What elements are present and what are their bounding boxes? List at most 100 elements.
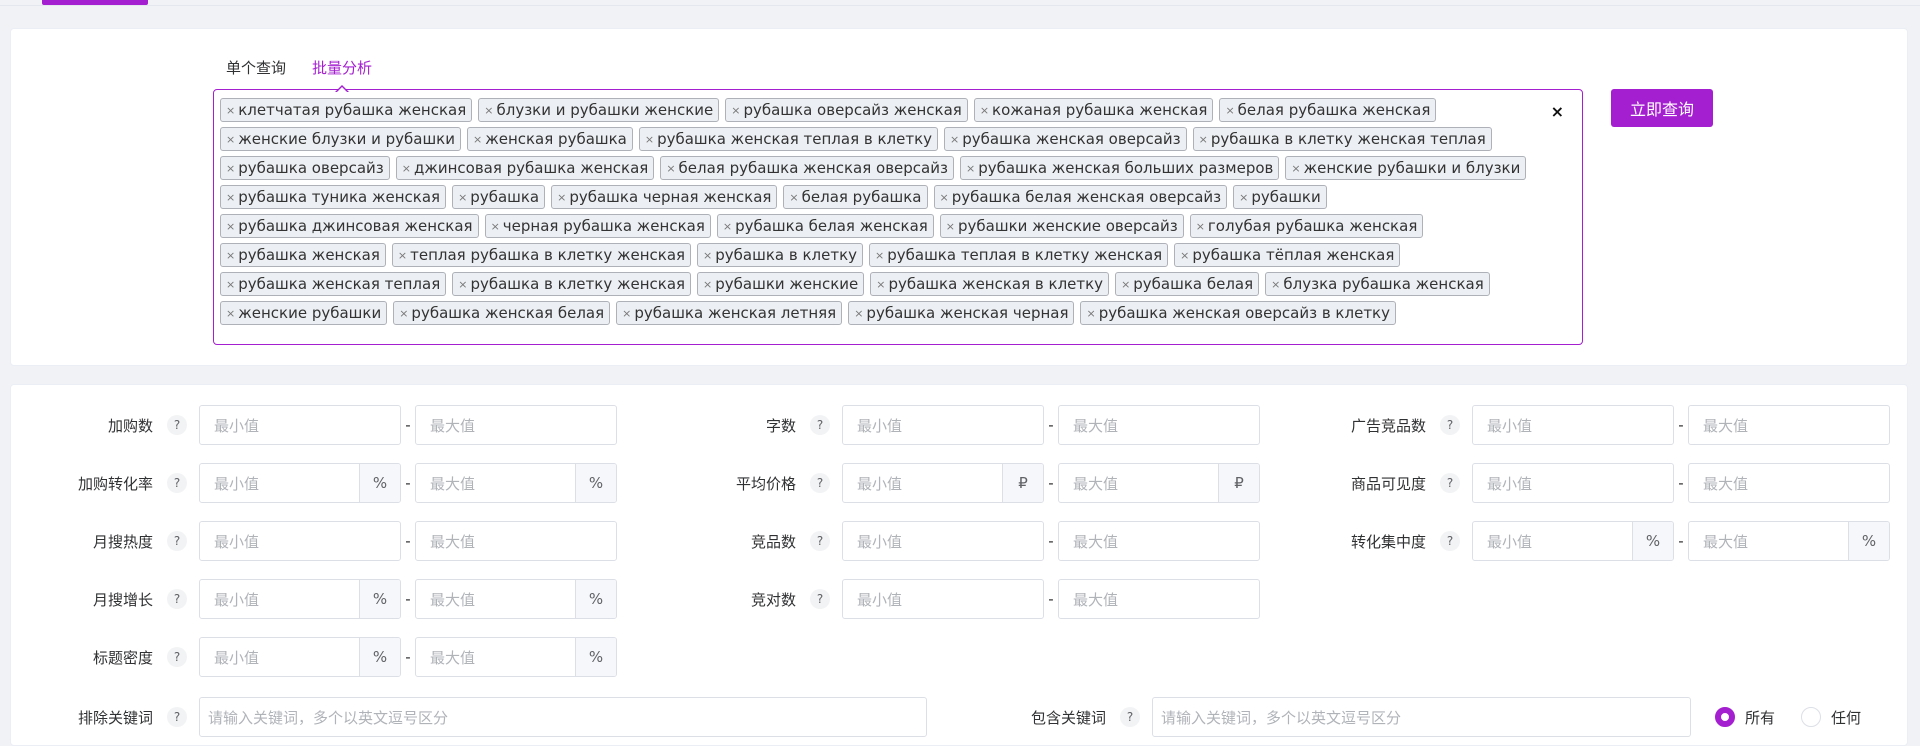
keyword-tag[interactable]: × рубашка женская белая <box>393 301 611 325</box>
min-value-input[interactable]: 最小值% <box>1472 521 1674 561</box>
tag-remove-icon[interactable]: × <box>854 307 863 320</box>
keyword-tag[interactable]: × кожаная рубашка женская <box>973 98 1214 122</box>
help-icon[interactable]: ? <box>810 589 830 609</box>
tag-remove-icon[interactable]: × <box>789 191 798 204</box>
help-icon[interactable]: ? <box>167 707 187 727</box>
keyword-tag[interactable]: × рубашки <box>1233 185 1327 209</box>
tag-remove-icon[interactable]: × <box>946 220 955 233</box>
keyword-tag[interactable]: × рубашка оверсайз <box>220 156 390 180</box>
tag-remove-icon[interactable]: × <box>940 191 949 204</box>
keyword-tag[interactable]: × рубашка джинсовая женская <box>220 214 479 238</box>
help-icon[interactable]: ? <box>167 647 187 667</box>
keyword-tag[interactable]: × женские рубашки <box>220 301 388 325</box>
tag-remove-icon[interactable]: × <box>557 191 566 204</box>
keyword-tag[interactable]: × рубашка женская больших размеров <box>959 156 1280 180</box>
tag-remove-icon[interactable]: × <box>1225 104 1234 117</box>
keyword-tag[interactable]: × женские блузки и рубашки <box>220 127 461 151</box>
tag-remove-icon[interactable]: × <box>226 191 235 204</box>
keyword-tag[interactable]: × рубашка черная женская <box>551 185 778 209</box>
tag-remove-icon[interactable]: × <box>226 220 235 233</box>
keyword-tag[interactable]: × рубашка теплая в клетку женская <box>869 243 1169 267</box>
tag-remove-icon[interactable]: × <box>703 278 712 291</box>
tab-single-query[interactable]: 单个查询 <box>226 57 286 78</box>
keyword-tag[interactable]: × рубашка женская оверсайз в клетку <box>1080 301 1396 325</box>
tag-remove-icon[interactable]: × <box>484 104 493 117</box>
max-value-input[interactable]: 最大值 <box>1688 405 1890 445</box>
tag-remove-icon[interactable]: × <box>1239 191 1248 204</box>
tag-remove-icon[interactable]: × <box>1199 133 1208 146</box>
tag-remove-icon[interactable]: × <box>950 133 959 146</box>
min-value-input[interactable]: 最小值 ₽ <box>842 463 1044 503</box>
keyword-tag[interactable]: × рубашка женская черная <box>848 301 1075 325</box>
help-icon[interactable]: ? <box>810 531 830 551</box>
max-value-input[interactable]: 最大值 <box>415 405 617 445</box>
keyword-tag[interactable]: × рубашка <box>452 185 546 209</box>
max-value-input[interactable]: 最大值% <box>415 637 617 677</box>
min-value-input[interactable]: 最小值 <box>842 405 1044 445</box>
min-value-input[interactable]: 最小值 <box>199 405 401 445</box>
max-value-input[interactable]: 最大值 <box>1058 405 1260 445</box>
tag-remove-icon[interactable]: × <box>226 133 235 146</box>
keyword-tag[interactable]: × рубашка в клетку женская теплая <box>1192 127 1492 151</box>
keyword-tag[interactable]: × белая рубашка женская <box>1219 98 1437 122</box>
keyword-tag[interactable]: × рубашка белая женская оверсайз <box>933 185 1228 209</box>
tab-batch-analysis[interactable]: 批量分析 <box>312 57 372 78</box>
keyword-tag[interactable]: × рубашка женская в клетку <box>870 272 1110 296</box>
keyword-tag[interactable]: × рубашка женская летняя <box>616 301 843 325</box>
keyword-tag[interactable]: × рубашка женская теплая <box>220 272 447 296</box>
tag-remove-icon[interactable]: × <box>1180 249 1189 262</box>
keyword-tag[interactable]: × белая рубашка женская оверсайз <box>660 156 954 180</box>
tag-remove-icon[interactable]: × <box>1196 220 1205 233</box>
keyword-tag[interactable]: × рубашка оверсайз женская <box>725 98 968 122</box>
tag-remove-icon[interactable]: × <box>473 133 482 146</box>
min-value-input[interactable]: 最小值 <box>199 521 401 561</box>
radio-match-all[interactable]: 所有 <box>1715 707 1775 728</box>
keyword-tag[interactable]: × рубашки женские оверсайз <box>939 214 1184 238</box>
exclude-keywords-input[interactable]: 请输入关键词，多个以英文逗号区分 <box>199 697 927 737</box>
help-icon[interactable]: ? <box>167 415 187 435</box>
keyword-tag[interactable]: × рубашка женская теплая в клетку <box>638 127 939 151</box>
tag-remove-icon[interactable]: × <box>666 162 675 175</box>
tag-remove-icon[interactable]: × <box>1291 162 1300 175</box>
help-icon[interactable]: ? <box>1440 415 1460 435</box>
min-value-input[interactable]: 最小值 <box>842 579 1044 619</box>
radio-match-any[interactable]: 任何 <box>1801 707 1861 728</box>
max-value-input[interactable]: 最大值 <box>1058 521 1260 561</box>
keyword-tag[interactable]: × теплая рубашка в клетку женская <box>391 243 692 267</box>
tag-remove-icon[interactable]: × <box>226 307 235 320</box>
keyword-tag[interactable]: × клетчатая рубашка женская <box>220 98 473 122</box>
tag-remove-icon[interactable]: × <box>980 104 989 117</box>
keyword-tag[interactable]: × голубая рубашка женская <box>1189 214 1424 238</box>
help-icon[interactable]: ? <box>167 473 187 493</box>
keyword-tag[interactable]: × рубашка женская оверсайз <box>944 127 1187 151</box>
tag-remove-icon[interactable]: × <box>226 249 235 262</box>
max-value-input[interactable]: 最大值% <box>1688 521 1890 561</box>
include-keywords-input[interactable]: 请输入关键词，多个以英文逗号区分 <box>1152 697 1691 737</box>
min-value-input[interactable]: 最小值% <box>199 463 401 503</box>
help-icon[interactable]: ? <box>167 531 187 551</box>
keyword-tag-input[interactable]: × клетчатая рубашка женская × блузки и руба… <box>213 89 1583 345</box>
help-icon[interactable]: ? <box>1440 473 1460 493</box>
keyword-tag[interactable]: × джинсовая рубашка женская <box>395 156 655 180</box>
keyword-tag[interactable]: × женские рубашки и блузки <box>1285 156 1527 180</box>
tag-remove-icon[interactable]: × <box>876 278 885 291</box>
tag-remove-icon[interactable]: × <box>1121 278 1130 291</box>
tag-remove-icon[interactable]: × <box>226 162 235 175</box>
tag-remove-icon[interactable]: × <box>402 162 411 175</box>
tag-remove-icon[interactable]: × <box>731 104 740 117</box>
tag-remove-icon[interactable]: × <box>226 278 235 291</box>
keyword-tag[interactable]: × рубашка белая <box>1115 272 1260 296</box>
keyword-tag[interactable]: × рубашка женская <box>220 243 386 267</box>
min-value-input[interactable]: 最小值% <box>199 637 401 677</box>
tag-remove-icon[interactable]: × <box>226 104 235 117</box>
tag-remove-icon[interactable]: × <box>622 307 631 320</box>
help-icon[interactable]: ? <box>1120 707 1140 727</box>
tag-remove-icon[interactable]: × <box>399 307 408 320</box>
keyword-tag[interactable]: × рубашка в клетку <box>697 243 864 267</box>
help-icon[interactable]: ? <box>810 415 830 435</box>
min-value-input[interactable]: 最小值% <box>199 579 401 619</box>
keyword-tag[interactable]: × рубашка в клетку женская <box>452 272 692 296</box>
query-now-button[interactable]: 立即查询 <box>1611 89 1713 127</box>
keyword-tag[interactable]: × рубашки женские <box>697 272 865 296</box>
tag-remove-icon[interactable]: × <box>458 191 467 204</box>
